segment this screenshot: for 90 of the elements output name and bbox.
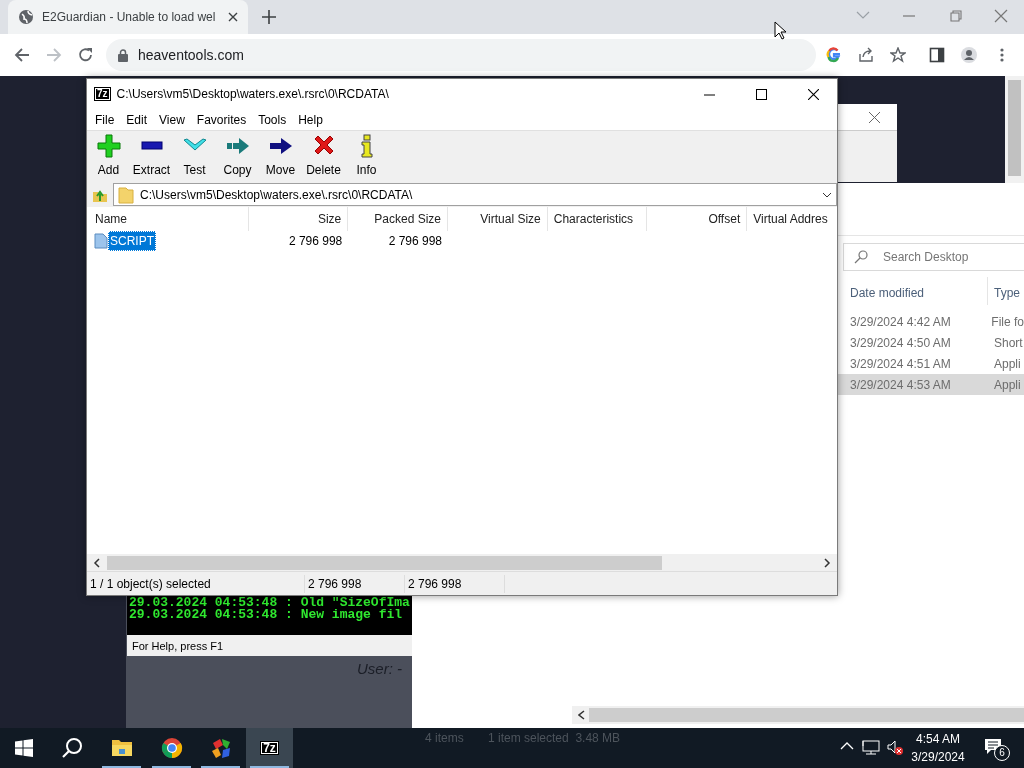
search-icon xyxy=(60,737,83,759)
copy-button[interactable]: Copy xyxy=(216,131,259,182)
forward-icon xyxy=(46,47,62,63)
menu-item[interactable]: Help xyxy=(292,110,329,129)
globe-icon xyxy=(18,9,34,25)
test-button[interactable]: Test xyxy=(173,131,216,182)
close-icon xyxy=(994,9,1008,23)
column-header[interactable]: Packed Size xyxy=(348,207,448,231)
extract-button[interactable]: Extract xyxy=(130,131,173,182)
profile-icon xyxy=(961,47,977,63)
info-button[interactable]: Info xyxy=(345,131,388,182)
scrollbar[interactable] xyxy=(87,554,837,571)
star-icon xyxy=(890,47,906,63)
window-title: C:\Users\vm5\Desktop\waters.exe\.rsrc\0\RCDATA\ xyxy=(116,86,390,103)
folder-icon xyxy=(118,185,134,204)
file-row[interactable]: 3/29/2024 4:51 AM Appli xyxy=(838,353,1024,374)
column-header[interactable]: Characteristics xyxy=(547,207,648,231)
status-text: 2 796 998 xyxy=(305,574,405,593)
size-cell-text: 2 796 998 xyxy=(287,233,344,250)
move-button[interactable]: Move xyxy=(259,131,302,182)
add-button[interactable]: Add xyxy=(87,131,130,182)
google-icon xyxy=(826,47,842,63)
date-text: 3/29/2024 4:53 AM xyxy=(850,376,952,394)
url-text: heaventools.com xyxy=(138,45,244,65)
type-text: File fo xyxy=(991,313,1024,331)
back-icon xyxy=(14,47,30,63)
app-icon xyxy=(209,737,232,759)
windows-icon xyxy=(14,739,33,757)
status-text: For Help, press F1 xyxy=(127,635,412,656)
column-header[interactable]: Date modified xyxy=(850,284,925,302)
date-text: 3/29/2024 xyxy=(910,749,966,766)
column-header[interactable]: Virtual Size xyxy=(448,207,548,231)
scrollbar[interactable] xyxy=(572,706,1024,724)
date-text: 3/29/2024 4:50 AM xyxy=(850,334,952,352)
side-panel-icon xyxy=(929,47,945,63)
maximize-icon xyxy=(756,88,767,100)
address-bar[interactable]: heaventools.com xyxy=(106,39,816,71)
column-header[interactable]: Size xyxy=(248,207,349,231)
console-line: 29.03.2024 04:53:48 : Old "SizeOfIma xyxy=(129,597,410,609)
menu-item[interactable]: Favorites xyxy=(190,110,253,129)
scrollbar[interactable] xyxy=(1005,76,1024,183)
mouse-cursor-icon xyxy=(774,21,786,40)
search-icon xyxy=(854,250,868,264)
status-text: 4 items xyxy=(425,730,464,747)
file-row[interactable]: 3/29/2024 4:53 AM Appli xyxy=(838,374,1024,395)
tab-title: E2Guardian - Unable to load wel xyxy=(42,9,217,26)
status-text: 2 796 998 xyxy=(405,574,505,593)
file-row[interactable]: 3/29/2024 4:42 AM File fo xyxy=(838,311,1024,332)
menu-item[interactable]: View xyxy=(153,110,191,129)
close-icon xyxy=(228,12,238,22)
plus-icon xyxy=(96,134,121,158)
type-text: Appli xyxy=(994,355,1021,373)
type-text: Short xyxy=(994,334,1023,352)
date-text: 3/29/2024 4:51 AM xyxy=(850,355,952,373)
app-logo: 7z xyxy=(260,741,279,755)
notification-badge: 6 xyxy=(994,745,1010,761)
menu-item[interactable]: File xyxy=(89,110,121,129)
muted-speaker-icon xyxy=(886,740,904,755)
reload-icon xyxy=(78,47,94,63)
network-icon xyxy=(862,740,880,755)
folder-icon xyxy=(110,737,133,759)
search-field[interactable]: Search Desktop xyxy=(843,243,1024,271)
path-field[interactable]: C:\Users\vm5\Desktop\waters.exe\.rsrc\0\RCDATA\ xyxy=(113,183,837,206)
taskbar-app[interactable]: 7z xyxy=(246,728,293,768)
file-name[interactable]: SCRIPT xyxy=(108,231,156,251)
console-line: 29.03.2024 04:53:48 : New image fil xyxy=(129,609,404,621)
date-text: 3/29/2024 4:42 AM xyxy=(850,313,952,331)
close-icon xyxy=(808,88,819,100)
browser-tab[interactable]: E2Guardian - Unable to load wel xyxy=(8,0,248,34)
restore-icon xyxy=(948,9,962,23)
file-row[interactable]: 3/29/2024 4:50 AM Short xyxy=(838,332,1024,353)
time-text: 4:54 AM xyxy=(915,731,961,748)
column-header[interactable]: Virtual Addres xyxy=(747,207,837,231)
menu-item[interactable]: Tools xyxy=(252,110,293,129)
delete-button[interactable]: Delete xyxy=(302,131,345,182)
column-header[interactable]: Offset xyxy=(647,207,748,231)
lock-icon xyxy=(118,48,128,62)
close-icon xyxy=(869,111,880,123)
size-cell-text: 2 796 998 xyxy=(387,233,443,250)
new-tab-icon xyxy=(262,10,276,24)
status-text: 1 item selected 3.48 MB xyxy=(488,730,621,747)
column-header[interactable]: Type xyxy=(994,284,1020,302)
dropdown-icon xyxy=(822,191,832,198)
browser-icon xyxy=(160,737,183,759)
menu-item[interactable]: Edit xyxy=(120,110,154,129)
type-text: Appli xyxy=(994,376,1021,394)
app-logo: 7z xyxy=(94,87,111,101)
status-text: 1 / 1 object(s) selected xyxy=(87,574,305,593)
clock[interactable]: 4:54 AM 3/29/2024 xyxy=(905,730,971,766)
share-icon xyxy=(858,47,874,63)
